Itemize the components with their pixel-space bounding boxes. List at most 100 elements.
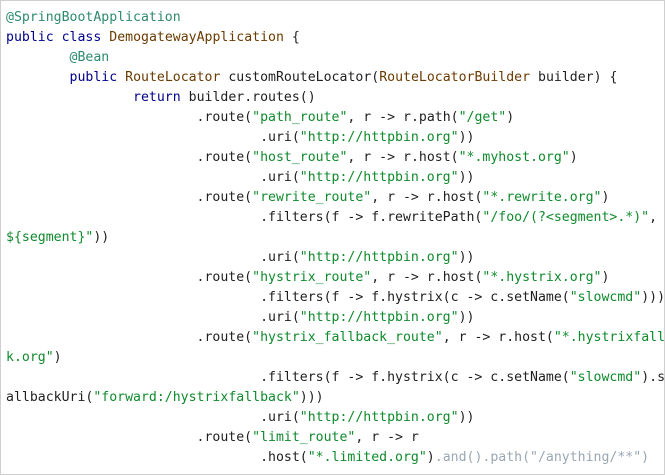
code-token-string: "*.hystrixfall xyxy=(553,330,665,345)
code-token-plain: allbackUri( xyxy=(6,390,94,405)
code-token-type: DemogatewayApplication xyxy=(109,30,284,45)
code-token-string: "http://httpbin.org" xyxy=(299,410,459,425)
code-token-string: "http://httpbin.org" xyxy=(299,130,459,145)
code-token-type: RouteLocator xyxy=(125,70,221,85)
code-token-plain: )) xyxy=(458,250,475,265)
code-token-plain: .route( xyxy=(6,190,253,205)
code-token-string: "*.limited.org" xyxy=(307,450,427,465)
code-token-keyword: return xyxy=(133,90,181,105)
code-token-plain: .uri( xyxy=(6,410,300,425)
code-token-plain: .route( xyxy=(6,150,253,165)
code-token-faded: .and().path("/anything/**") xyxy=(434,450,650,465)
code-token-plain: .route( xyxy=(6,110,253,125)
code-token-plain: .filters(f -> f.hystrix(c -> c.setName( xyxy=(6,370,570,385)
code-line: .host("*.limited.org").and().path("/anyt… xyxy=(6,448,664,468)
code-token-keyword: class xyxy=(61,30,102,45)
code-line: .route("host_route", r -> r.host("*.myho… xyxy=(6,148,664,168)
code-token-plain: ))) xyxy=(299,390,324,405)
code-token-string: "/foo/(?<segment>.*)" xyxy=(482,210,650,225)
code-token-plain: .uri( xyxy=(6,170,300,185)
code-line: .filters(f -> f.hystrix(c -> c.setName("… xyxy=(6,288,665,308)
code-line: @SpringBootApplication xyxy=(6,8,664,28)
code-token-string: ${segment}" xyxy=(6,230,94,245)
code-token-string: "http://httpbin.org" xyxy=(299,250,459,265)
code-token-plain: builder.routes() xyxy=(180,90,316,105)
code-token-string: "http://httpbin.org" xyxy=(299,170,459,185)
code-line: .uri("http://httpbin.org")) xyxy=(6,168,664,188)
code-token-plain: , xyxy=(649,210,658,225)
code-token-plain: { xyxy=(283,30,300,45)
code-token-plain: )) xyxy=(458,170,475,185)
code-line: .filters(f -> f.rewritePath("/foo/(?<seg… xyxy=(6,208,664,228)
code-line: .uri("http://httpbin.org")) xyxy=(6,408,664,428)
code-token-keyword: public xyxy=(69,70,118,85)
code-token-plain: customRouteLocator( xyxy=(220,70,380,85)
code-token-plain: )) xyxy=(458,130,475,145)
code-token-string: k.org" xyxy=(6,350,54,365)
code-line: .route("path_route", r -> r.path("/get") xyxy=(6,108,664,128)
code-token-plain: .route( xyxy=(6,270,253,285)
code-token-plain: , r -> r.host( xyxy=(347,150,459,165)
code-token-plain: ) xyxy=(569,150,578,165)
code-line: .uri("http://httpbin.org")) xyxy=(6,128,664,148)
code-line: public class DemogatewayApplication { xyxy=(6,28,664,48)
code-token-string: "hystrix_route" xyxy=(252,270,372,285)
code-token-plain: , r -> r xyxy=(355,430,419,445)
code-token-annotation: @Bean xyxy=(69,50,110,65)
code-token-keyword: public xyxy=(6,30,54,45)
code-token-string: "host_route" xyxy=(252,150,348,165)
code-token-plain: ))) xyxy=(641,290,665,305)
code-token-plain: .uri( xyxy=(6,130,300,145)
code-line: return builder.routes() xyxy=(6,88,664,108)
code-token-plain: .route( xyxy=(6,330,253,345)
code-token-plain: builder) { xyxy=(530,70,618,85)
code-line: k.org") xyxy=(6,348,664,368)
code-token-plain: , r -> r.host( xyxy=(371,190,483,205)
code-token-plain: .uri( xyxy=(6,310,300,325)
code-token-string: "*.hystrix.org" xyxy=(482,270,602,285)
code-token-string: "hystrix_fallback_route" xyxy=(252,330,443,345)
code-token-plain: .host( xyxy=(6,450,308,465)
code-token-string: "rewrite_route" xyxy=(252,190,372,205)
code-token-plain: .filters(f -> f.rewritePath( xyxy=(6,210,483,225)
code-token-plain: , r -> r.path( xyxy=(347,110,459,125)
code-token-string: "*.myhost.org" xyxy=(458,150,570,165)
code-token-plain: )) xyxy=(458,410,475,425)
code-token-string: "slowcmd" xyxy=(569,290,642,305)
code-line: .filters(f -> f.hystrix(c -> c.setName("… xyxy=(6,368,665,388)
code-token-plain: )) xyxy=(93,230,110,245)
code-token-plain: .route( xyxy=(6,430,253,445)
code-line: @Bean xyxy=(6,48,664,68)
code-line: public RouteLocator customRouteLocator(R… xyxy=(6,68,664,88)
code-line: .uri("http://httpbin.org")) xyxy=(6,248,664,268)
code-token-string: "http://httpbin.org" xyxy=(299,310,459,325)
code-token-plain: ) xyxy=(53,350,62,365)
code-line: ${segment}")) xyxy=(6,228,664,248)
code-token-string: "slowcmd" xyxy=(569,370,642,385)
code-token-plain: ) xyxy=(601,190,610,205)
code-token-plain: ).s xyxy=(641,370,665,385)
code-token-plain: .filters(f -> f.hystrix(c -> c.setName( xyxy=(6,290,570,305)
code-line: .route("limit_route", r -> r xyxy=(6,428,664,448)
code-line: .uri("http://httpbin.org")) xyxy=(6,308,664,328)
code-line: .route("hystrix_fallback_route", r -> r.… xyxy=(6,328,665,348)
code-line: .route("rewrite_route", r -> r.host("*.r… xyxy=(6,188,664,208)
code-token-string: "path_route" xyxy=(252,110,348,125)
code-token-plain: , r -> r.host( xyxy=(371,270,483,285)
code-token-plain: ) xyxy=(506,110,515,125)
code-token-plain: ) xyxy=(601,270,610,285)
code-token-plain: ) xyxy=(426,450,435,465)
code-token-plain: )) xyxy=(458,310,475,325)
code-token-type: RouteLocatorBuilder xyxy=(379,70,531,85)
code-token-plain: .uri( xyxy=(6,250,300,265)
code-token-string: "limit_route" xyxy=(252,430,356,445)
code-viewer: @SpringBootApplication public class Demog… xyxy=(0,0,665,475)
code-token-string: "forward:/hystrixfallback" xyxy=(93,390,300,405)
code-token-annotation: @SpringBootApplication xyxy=(6,10,181,25)
code-line: .route("hystrix_route", r -> r.host("*.h… xyxy=(6,268,664,288)
